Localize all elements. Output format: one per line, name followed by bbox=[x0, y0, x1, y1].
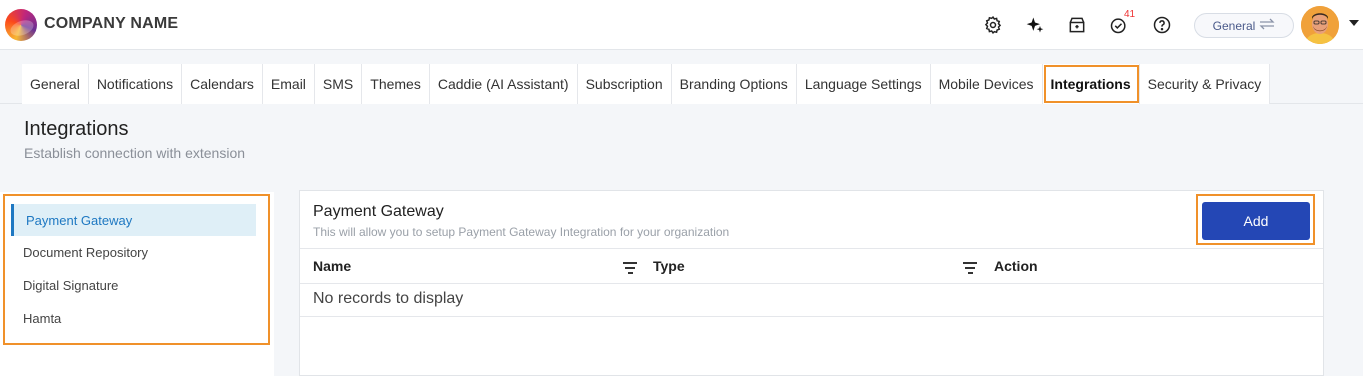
tab-general[interactable]: General bbox=[22, 64, 89, 104]
top-bar: COMPANY NAME 41 General bbox=[0, 0, 1363, 50]
tab-branding-options[interactable]: Branding Options bbox=[671, 64, 797, 104]
notification-count-badge: 41 bbox=[1124, 9, 1136, 20]
add-button-highlight-frame: Add bbox=[1196, 194, 1315, 245]
context-label: General bbox=[1212, 18, 1256, 33]
tab-sms[interactable]: SMS bbox=[314, 64, 363, 104]
settings-icon[interactable] bbox=[981, 13, 1005, 37]
page-subtitle: Establish connection with extension bbox=[24, 145, 246, 161]
context-switcher[interactable]: General bbox=[1194, 13, 1294, 38]
tab-security-privacy[interactable]: Security & Privacy bbox=[1139, 64, 1271, 104]
sidebar-item-document-repository[interactable]: Document Repository bbox=[11, 236, 256, 268]
tab-themes[interactable]: Themes bbox=[362, 64, 430, 104]
tab-notifications[interactable]: Notifications bbox=[88, 64, 183, 104]
sidebar-item-payment-gateway[interactable]: Payment Gateway bbox=[11, 204, 256, 236]
table-header: Name Type Action bbox=[300, 248, 1323, 284]
panel-title: Payment Gateway bbox=[313, 203, 444, 220]
tab-subscription[interactable]: Subscription bbox=[577, 64, 672, 104]
column-header-type[interactable]: Type bbox=[653, 258, 685, 274]
payment-gateway-panel: Payment Gateway This will allow you to s… bbox=[299, 190, 1324, 376]
caret-down-icon[interactable] bbox=[1349, 20, 1359, 26]
sidebar-item-hamta[interactable]: Hamta bbox=[11, 302, 256, 334]
settings-tabs-bar: General Notifications Calendars Email SM… bbox=[0, 50, 1363, 104]
panel-subtitle: This will allow you to setup Payment Gat… bbox=[313, 225, 730, 239]
avatar[interactable] bbox=[1301, 6, 1339, 44]
row-divider bbox=[300, 316, 1323, 317]
swap-icon bbox=[1259, 18, 1275, 33]
company-logo[interactable] bbox=[5, 9, 37, 41]
tab-mobile-devices[interactable]: Mobile Devices bbox=[930, 64, 1043, 104]
column-header-name[interactable]: Name bbox=[313, 258, 351, 274]
filter-icon[interactable] bbox=[962, 262, 978, 276]
page-title: Integrations bbox=[24, 118, 129, 140]
tab-email[interactable]: Email bbox=[262, 64, 315, 104]
empty-table-message: No records to display bbox=[313, 290, 464, 307]
store-icon[interactable] bbox=[1065, 13, 1089, 37]
tab-language-settings[interactable]: Language Settings bbox=[796, 64, 931, 104]
sparkle-icon[interactable] bbox=[1023, 13, 1047, 37]
settings-tabs: General Notifications Calendars Email SM… bbox=[22, 64, 1271, 104]
column-header-action: Action bbox=[994, 258, 1038, 274]
sidebar-item-digital-signature[interactable]: Digital Signature bbox=[11, 269, 256, 301]
filter-icon[interactable] bbox=[622, 262, 638, 276]
tab-calendars[interactable]: Calendars bbox=[182, 64, 263, 104]
add-button[interactable]: Add bbox=[1202, 202, 1310, 240]
tab-integrations[interactable]: Integrations bbox=[1042, 64, 1140, 104]
tab-caddie[interactable]: Caddie (AI Assistant) bbox=[429, 64, 578, 104]
help-icon[interactable] bbox=[1150, 13, 1174, 37]
company-name: COMPANY NAME bbox=[44, 15, 179, 32]
integrations-sidebar: Payment Gateway Document Repository Digi… bbox=[0, 192, 274, 376]
